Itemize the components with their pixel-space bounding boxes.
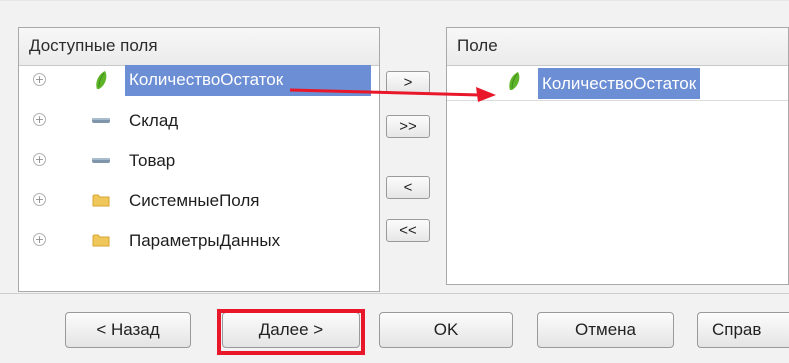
expand-icon[interactable]: + bbox=[33, 193, 46, 206]
folder-icon bbox=[92, 234, 110, 247]
remove-field-button[interactable]: < bbox=[386, 176, 430, 199]
folder-icon bbox=[92, 194, 110, 207]
next-button-highlight bbox=[217, 309, 365, 355]
dimension-icon bbox=[92, 158, 110, 163]
tree-item-label: Товар bbox=[129, 151, 176, 170]
annotation-arrow bbox=[289, 87, 496, 102]
selected-fields-header: Поле bbox=[447, 28, 788, 66]
available-fields-panel: Доступные поля + КоличествоОстаток + Скл… bbox=[18, 27, 380, 292]
expand-icon[interactable]: + bbox=[33, 73, 46, 86]
dimension-icon bbox=[92, 118, 110, 123]
dialog-footer: < Назад Далее > OK Отмена Справ bbox=[0, 293, 789, 363]
tree-item-system-fields[interactable]: + СистемныеПоля bbox=[19, 186, 379, 216]
tree-item-label: СистемныеПоля bbox=[129, 191, 260, 210]
tree-item-warehouse[interactable]: + Склад bbox=[19, 106, 379, 136]
tree-item-label: ПараметрыДанных bbox=[129, 231, 281, 250]
tree-item-label: Склад bbox=[129, 111, 179, 130]
available-fields-header: Доступные поля bbox=[19, 28, 379, 66]
add-all-fields-button[interactable]: >> bbox=[386, 115, 430, 138]
selected-field-label: КоличествоОстаток bbox=[538, 68, 701, 99]
expand-icon[interactable]: + bbox=[33, 153, 46, 166]
selected-fields-panel: Поле КоличествоОстаток bbox=[446, 27, 789, 285]
cancel-button[interactable]: Отмена bbox=[537, 312, 674, 348]
expand-icon[interactable]: + bbox=[33, 233, 46, 246]
tree-item-data-parameters[interactable]: + ПараметрыДанных bbox=[19, 226, 379, 256]
resource-icon bbox=[96, 71, 107, 89]
wizard-dialog: Доступные поля + КоличествоОстаток + Скл… bbox=[0, 0, 789, 363]
expand-icon[interactable]: + bbox=[33, 113, 46, 126]
back-button[interactable]: < Назад bbox=[65, 312, 191, 348]
remove-all-fields-button[interactable]: << bbox=[386, 219, 430, 242]
tree-item-product[interactable]: + Товар bbox=[19, 146, 379, 176]
help-button[interactable]: Справ bbox=[697, 312, 789, 348]
ok-button[interactable]: OK bbox=[379, 312, 513, 348]
